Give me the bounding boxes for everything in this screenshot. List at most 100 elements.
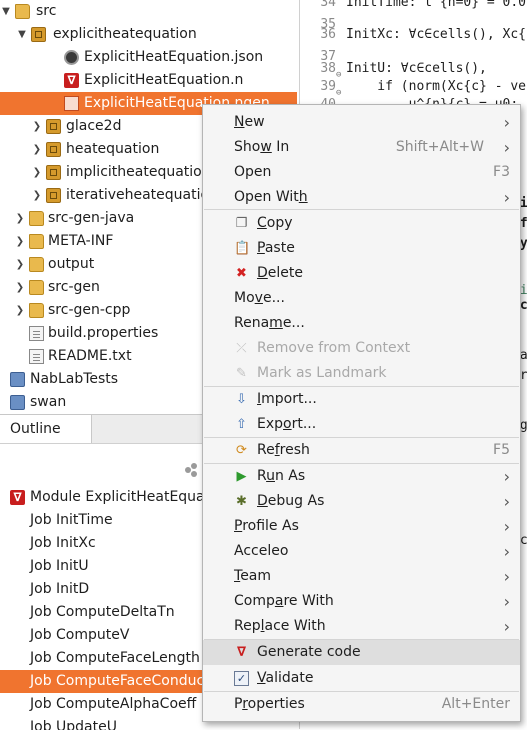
collapsed-twisty-icon[interactable]: ❯ bbox=[14, 253, 26, 276]
tab-outline[interactable]: Outline bbox=[0, 415, 92, 443]
menu-item-label: Open With bbox=[234, 189, 308, 205]
submenu-arrow-icon: › bbox=[503, 617, 510, 636]
remove-context-icon: ⤫ bbox=[236, 341, 247, 356]
collapsed-twisty-icon[interactable]: ❯ bbox=[31, 138, 43, 161]
menu-item-label: Replace With bbox=[234, 618, 326, 634]
tree-item-label: explicitheatequation bbox=[53, 26, 197, 42]
tree-item-explicitheatequation[interactable]: ▼ explicitheatequation bbox=[0, 23, 297, 46]
tree-item-label: NabLabTests bbox=[30, 371, 119, 387]
outline-toolbar-icon[interactable] bbox=[185, 463, 199, 477]
tree-item-label: src-gen-cpp bbox=[48, 302, 131, 318]
submenu-arrow-icon: › bbox=[503, 467, 510, 486]
outline-item-label: Job UpdateU bbox=[30, 719, 117, 730]
tree-item-label: src-gen bbox=[48, 279, 100, 295]
project-icon bbox=[10, 372, 25, 387]
menu-item-label: Generate code bbox=[257, 644, 361, 660]
menu-item-copy[interactable]: ❐ Copy bbox=[203, 211, 520, 236]
tree-item-json-file[interactable]: ExplicitHeatEquation.json bbox=[0, 46, 297, 69]
collapsed-twisty-icon[interactable]: ❯ bbox=[14, 230, 26, 253]
tree-item-label: README.txt bbox=[48, 348, 132, 364]
package-icon bbox=[46, 142, 61, 157]
text-file-icon bbox=[29, 349, 44, 364]
menu-item-remove-from-context: ⤫ Remove from Context bbox=[203, 336, 520, 361]
menu-item-refresh[interactable]: ⟳ Refresh F5 bbox=[203, 438, 520, 463]
menu-item-properties[interactable]: Properties Alt+Enter bbox=[203, 692, 520, 717]
menu-item-validate[interactable]: ✓ Validate bbox=[203, 666, 520, 691]
collapsed-twisty-icon[interactable]: ❯ bbox=[31, 184, 43, 207]
module-icon: ∇ bbox=[10, 490, 25, 505]
checkbox-checked-icon: ✓ bbox=[234, 671, 249, 686]
menu-item-label: Rename... bbox=[234, 315, 305, 331]
menu-item-team[interactable]: Team › bbox=[203, 564, 520, 589]
menu-item-label: Move... bbox=[234, 290, 285, 306]
menu-item-label: Export... bbox=[257, 416, 317, 432]
menu-item-import[interactable]: ⇩ Import... bbox=[203, 387, 520, 412]
line-number: 36 bbox=[320, 27, 336, 42]
menu-item-rename[interactable]: Rename... bbox=[203, 311, 520, 336]
menu-item-label: Show In bbox=[234, 139, 290, 155]
import-icon: ⇩ bbox=[236, 392, 247, 407]
menu-item-label: Properties bbox=[234, 696, 305, 712]
tree-item-label: build.properties bbox=[48, 325, 159, 341]
submenu-arrow-icon: › bbox=[503, 138, 510, 157]
folder-icon bbox=[15, 4, 30, 19]
submenu-arrow-icon: › bbox=[503, 592, 510, 611]
menu-item-new[interactable]: New › bbox=[203, 110, 520, 135]
tree-item-label: META-INF bbox=[48, 233, 114, 249]
menu-item-mark-as-landmark: ✎ Mark as Landmark bbox=[203, 361, 520, 386]
tree-item-label: src bbox=[36, 3, 57, 19]
menu-item-open[interactable]: Open F3 bbox=[203, 160, 520, 185]
menu-item-label: Compare With bbox=[234, 593, 334, 609]
tree-item-label: iterativeheatequation bbox=[66, 187, 218, 203]
tree-item-src[interactable]: ▼ src bbox=[0, 0, 297, 23]
menu-shortcut: Shift+Alt+W bbox=[395, 139, 484, 155]
collapsed-twisty-icon[interactable]: ❯ bbox=[31, 161, 43, 184]
refresh-icon: ⟳ bbox=[236, 443, 247, 458]
tree-item-label: swan bbox=[30, 394, 67, 410]
menu-item-acceleo[interactable]: Acceleo › bbox=[203, 539, 520, 564]
menu-item-generate-code[interactable]: ∇ Generate code bbox=[203, 640, 520, 665]
package-icon bbox=[46, 119, 61, 134]
menu-item-paste[interactable]: 📋 Paste bbox=[203, 236, 520, 261]
menu-item-label: Open bbox=[234, 164, 272, 180]
expand-twisty-icon[interactable]: ▼ bbox=[0, 0, 12, 23]
submenu-arrow-icon: › bbox=[503, 542, 510, 561]
menu-item-run-as[interactable]: ▶ Run As › bbox=[203, 464, 520, 489]
menu-item-export[interactable]: ⇧ Export... bbox=[203, 412, 520, 437]
paste-icon: 📋 bbox=[234, 241, 251, 256]
submenu-arrow-icon: › bbox=[503, 567, 510, 586]
tree-item-n-file[interactable]: ∇ ExplicitHeatEquation.n bbox=[0, 69, 297, 92]
code-text: InitXc: ∀c∈cells(), Xc{c} bbox=[346, 27, 527, 42]
menu-item-label: Delete bbox=[257, 265, 303, 281]
menu-item-label: Acceleo bbox=[234, 543, 289, 559]
package-icon bbox=[46, 165, 61, 180]
collapsed-twisty-icon[interactable]: ❯ bbox=[14, 276, 26, 299]
collapsed-twisty-icon[interactable]: ❯ bbox=[14, 207, 26, 230]
menu-item-label: Run As bbox=[257, 468, 306, 484]
menu-item-show-in[interactable]: Show In Shift+Alt+W › bbox=[203, 135, 520, 160]
menu-item-label: Remove from Context bbox=[257, 340, 411, 356]
outline-item-label: Job ComputeDeltaTn bbox=[30, 604, 175, 620]
menu-item-replace-with[interactable]: Replace With › bbox=[203, 614, 520, 639]
collapsed-twisty-icon[interactable]: ❯ bbox=[14, 299, 26, 322]
menu-item-label: Paste bbox=[257, 240, 295, 256]
menu-shortcut: Alt+Enter bbox=[441, 696, 510, 712]
collapsed-twisty-icon[interactable]: ❯ bbox=[31, 115, 43, 138]
menu-item-move[interactable]: Move... bbox=[203, 286, 520, 311]
folder-icon bbox=[29, 257, 44, 272]
menu-item-delete[interactable]: ✖ Delete bbox=[203, 261, 520, 286]
nablab-file-icon: ∇ bbox=[64, 73, 79, 88]
folder-icon bbox=[29, 234, 44, 249]
text-file-icon bbox=[29, 326, 44, 341]
tree-item-label: src-gen-java bbox=[48, 210, 135, 226]
menu-item-open-with[interactable]: Open With › bbox=[203, 185, 520, 210]
expand-twisty-icon[interactable]: ▼ bbox=[16, 23, 28, 46]
menu-item-debug-as[interactable]: ✱ Debug As › bbox=[203, 489, 520, 514]
menu-item-profile-as[interactable]: Profile As › bbox=[203, 514, 520, 539]
menu-item-label: Debug As bbox=[257, 493, 325, 509]
tree-item-label: ExplicitHeatEquation.n bbox=[84, 72, 244, 88]
menu-item-label: Copy bbox=[257, 215, 293, 231]
menu-item-compare-with[interactable]: Compare With › bbox=[203, 589, 520, 614]
menu-item-label: Validate bbox=[257, 670, 314, 686]
nablab-generate-icon: ∇ bbox=[236, 645, 247, 660]
